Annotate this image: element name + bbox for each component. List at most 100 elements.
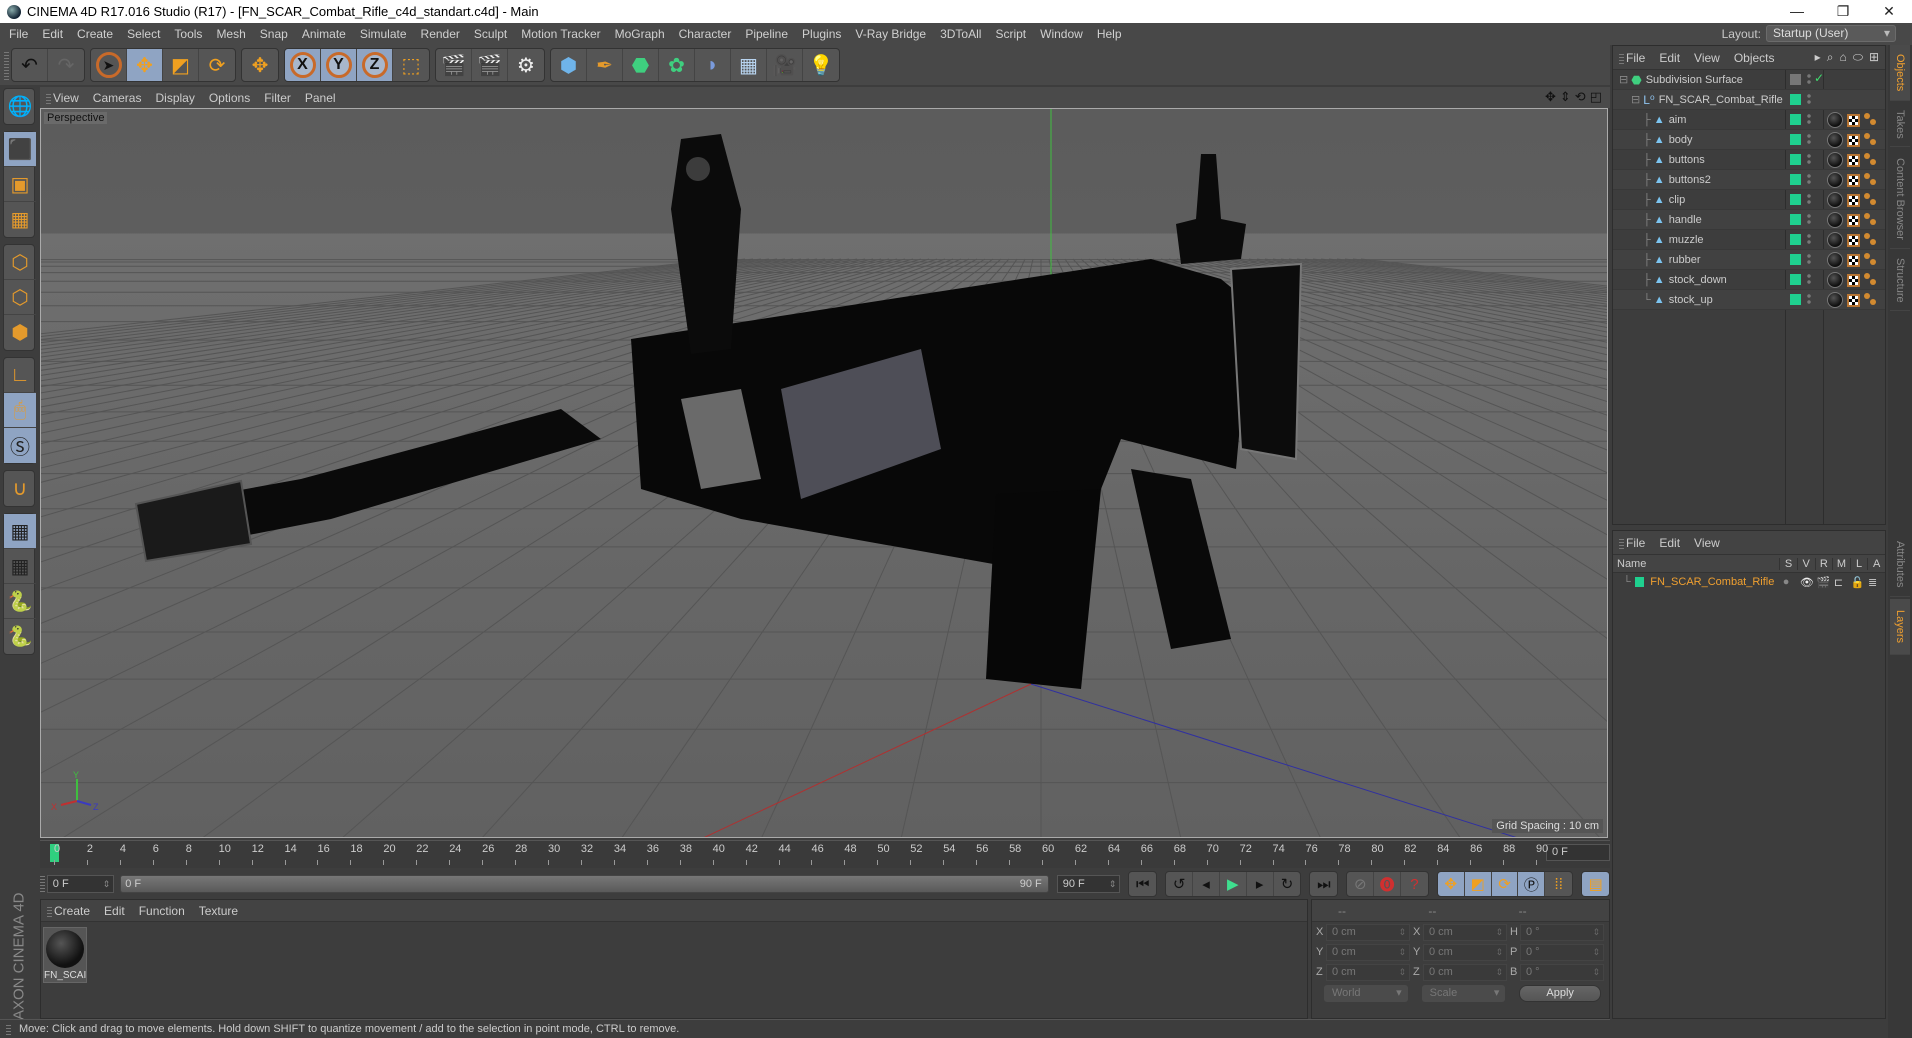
key-pla-icon[interactable]: ⁞⁞ [1545, 872, 1572, 896]
menu-mesh[interactable]: Mesh [216, 27, 245, 41]
viewport-menu-display[interactable]: Display [155, 91, 194, 105]
lock-workplane-icon[interactable]: ▦ [4, 514, 36, 549]
menu-tools[interactable]: Tools [174, 27, 202, 41]
key-position-icon[interactable]: ✥ [1437, 872, 1465, 896]
menu-simulate[interactable]: Simulate [360, 27, 407, 41]
points-mode-icon[interactable]: ⬡ [4, 245, 36, 280]
layer-color-tag[interactable] [1790, 174, 1801, 185]
object-name[interactable]: buttons [1669, 154, 1705, 166]
menu-pipeline[interactable]: Pipeline [745, 27, 788, 41]
menu-script[interactable]: Script [995, 27, 1026, 41]
tab-takes[interactable]: Takes [1890, 103, 1910, 147]
uvw-tag-icon[interactable] [1847, 173, 1860, 187]
key-scale-icon[interactable]: ◩ [1464, 872, 1492, 896]
uvw-tag-icon[interactable] [1847, 233, 1860, 247]
restore-button[interactable]: ❐ [1820, 3, 1866, 20]
tab-structure[interactable]: Structure [1890, 251, 1910, 311]
toggle-view-layout-icon[interactable]: ◰ [1590, 89, 1602, 105]
menu-window[interactable]: Window [1040, 27, 1083, 41]
apply-button[interactable]: Apply [1519, 985, 1601, 1002]
key-parameter-icon[interactable]: Ⓟ [1518, 872, 1546, 896]
deformer-icon[interactable]: ◗ [695, 49, 731, 81]
step-forward-icon[interactable]: ▸ [1247, 872, 1274, 896]
key-rotation-icon[interactable]: ⟳ [1491, 872, 1519, 896]
phong-tag-icon[interactable] [1864, 213, 1878, 227]
uvw-tag-icon[interactable] [1847, 253, 1860, 267]
object-row[interactable]: ├ ▲ clip [1613, 190, 1885, 210]
object-name[interactable]: clip [1669, 194, 1686, 206]
phong-tag-icon[interactable] [1864, 293, 1878, 307]
pen-spline-icon[interactable]: ✒ [587, 49, 623, 81]
material-tag-icon[interactable] [1827, 252, 1843, 268]
uvw-tag-icon[interactable] [1847, 133, 1860, 147]
object-row[interactable]: └ ▲ stock_up [1613, 290, 1885, 310]
new-panel-icon[interactable]: ⊞ [1869, 50, 1879, 65]
visibility-dots[interactable] [1807, 133, 1811, 146]
material-menu-texture[interactable]: Texture [199, 904, 238, 918]
object-name[interactable]: stock_down [1669, 274, 1727, 286]
size-field[interactable]: 0 cm [1423, 963, 1507, 981]
material-menu-edit[interactable]: Edit [104, 904, 125, 918]
make-editable-icon[interactable]: 🌐 [4, 89, 36, 124]
layer-tag[interactable] [1790, 74, 1801, 85]
viewport-menu-cameras[interactable]: Cameras [93, 91, 142, 105]
object-name[interactable]: stock_up [1669, 294, 1713, 306]
layer-menu-edit[interactable]: Edit [1659, 536, 1680, 550]
object-name[interactable]: body [1669, 134, 1693, 146]
z-axis-icon[interactable]: Z [357, 49, 393, 81]
more-menu-icon[interactable]: ▸ [1815, 50, 1821, 65]
layout-dropdown[interactable]: Startup (User) [1766, 25, 1896, 42]
array-icon[interactable]: ✿ [659, 49, 695, 81]
timeline-icon[interactable]: ▤ [1582, 872, 1610, 896]
menu-character[interactable]: Character [679, 27, 732, 41]
workplane-rotate-icon[interactable]: ▦ [4, 549, 36, 584]
redo-icon[interactable]: ↷ [48, 49, 84, 81]
cube-icon[interactable]: ⬢ [551, 49, 587, 81]
visibility-dots[interactable] [1807, 113, 1811, 126]
texture-mode-icon[interactable]: ▣ [4, 167, 36, 202]
tree-expander[interactable]: ⊟ [1631, 93, 1640, 106]
menu-sculpt[interactable]: Sculpt [474, 27, 507, 41]
manager-toggle-icon[interactable]: ⊏ [1834, 576, 1851, 589]
viewport-menu-panel[interactable]: Panel [305, 91, 336, 105]
start-frame-field[interactable]: 0 F [46, 875, 115, 893]
visibility-dots[interactable] [1807, 253, 1811, 266]
go-to-end-icon[interactable]: ⏭ [1310, 872, 1337, 896]
material-tag-icon[interactable] [1827, 192, 1843, 208]
viewport-menu-options[interactable]: Options [209, 91, 250, 105]
material-tag-icon[interactable] [1827, 292, 1843, 308]
layer-color-tag[interactable] [1790, 214, 1801, 225]
menu-v-ray-bridge[interactable]: V-Ray Bridge [855, 27, 926, 41]
rotation-field[interactable]: 0 ° [1520, 943, 1604, 961]
coordinate-system-icon[interactable]: ⬚ [393, 49, 429, 81]
phong-tag-icon[interactable] [1864, 153, 1878, 167]
menu-snap[interactable]: Snap [260, 27, 288, 41]
end-frame-field[interactable]: 90 F [1056, 875, 1121, 893]
layer-color-swatch[interactable] [1634, 577, 1645, 587]
layer-color-tag[interactable] [1790, 134, 1801, 145]
phong-tag-icon[interactable] [1864, 273, 1878, 287]
position-field[interactable]: 0 cm [1326, 943, 1410, 961]
object-grip[interactable] [1619, 51, 1624, 64]
material-tag-icon[interactable] [1827, 112, 1843, 128]
menu-file[interactable]: File [9, 27, 28, 41]
uvw-tag-icon[interactable] [1847, 113, 1860, 127]
object-row[interactable]: ├ ▲ body [1613, 130, 1885, 150]
snap-icon[interactable]: ∪ [4, 471, 36, 506]
perspective-viewport[interactable]: Perspective Grid Spacing : 10 cm Y X Z [40, 108, 1608, 838]
python-script-icon[interactable]: 🐍 [4, 619, 36, 654]
uvw-tag-icon[interactable] [1847, 213, 1860, 227]
viewport-menu-view[interactable]: View [53, 91, 79, 105]
uvw-tag-icon[interactable] [1847, 273, 1860, 287]
layer-color-tag[interactable] [1790, 114, 1801, 125]
enabled-check-icon[interactable]: ✓ [1814, 71, 1824, 85]
render-picture-viewer-icon[interactable]: 🎬 [472, 49, 508, 81]
visibility-dots[interactable] [1807, 153, 1811, 166]
light-icon[interactable]: 💡 [803, 49, 839, 81]
step-back-icon[interactable]: ◂ [1193, 872, 1220, 896]
object-name[interactable]: muzzle [1669, 234, 1704, 246]
object-row[interactable]: ├ ▲ stock_down [1613, 270, 1885, 290]
x-axis-icon[interactable]: X [285, 49, 321, 81]
material-menu-create[interactable]: Create [54, 904, 90, 918]
workplane-mode-icon[interactable]: ▦ [4, 202, 36, 237]
